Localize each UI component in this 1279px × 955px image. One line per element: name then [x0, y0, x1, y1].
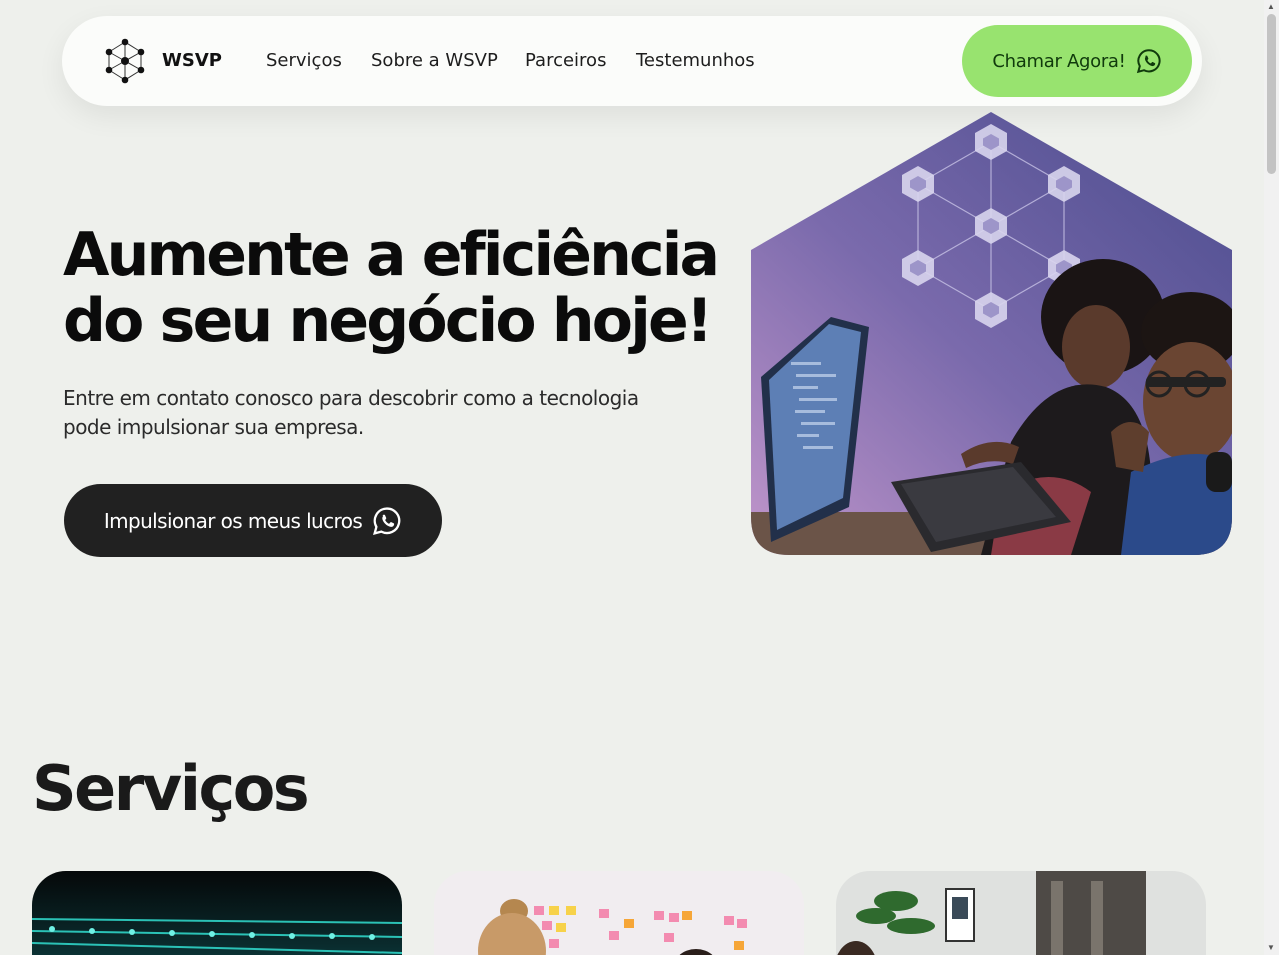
hero-title-line1: Aumente a eficiência: [63, 220, 720, 290]
nav-link-testemunhos[interactable]: Testemunhos: [636, 50, 755, 71]
call-now-button[interactable]: Chamar Agora!: [962, 25, 1192, 97]
service-card-office-team[interactable]: [836, 871, 1206, 955]
service-card-team-meeting[interactable]: [434, 871, 804, 955]
boost-profits-button[interactable]: Impulsionar os meus lucros: [64, 484, 442, 557]
scroll-down-arrow-icon[interactable]: ▼: [1267, 944, 1275, 952]
hero-title-line2: do seu negócio hoje!: [63, 286, 713, 356]
hero-subtitle: Entre em contato conosco para descobrir …: [63, 386, 639, 439]
scroll-up-arrow-icon[interactable]: ▲: [1267, 3, 1275, 11]
scrollbar-thumb[interactable]: [1267, 14, 1276, 174]
page-scrollbar[interactable]: ▲ ▼: [1264, 0, 1279, 955]
service-card-circuit[interactable]: [32, 871, 402, 955]
services-section-title: Serviços: [32, 752, 310, 825]
brand-name[interactable]: WSVP: [162, 50, 222, 71]
whatsapp-icon: [372, 506, 402, 536]
nav-link-servicos[interactable]: Serviços: [266, 50, 342, 71]
call-now-label: Chamar Agora!: [992, 50, 1126, 72]
boost-profits-label: Impulsionar os meus lucros: [103, 508, 363, 533]
hero-image: [751, 112, 1232, 555]
nav-link-sobre[interactable]: Sobre a WSVP: [371, 50, 498, 71]
network-nodes-icon[interactable]: [102, 36, 148, 86]
top-navigation: WSVP Serviços Sobre a WSVP Parceiros Tes…: [62, 16, 1202, 106]
nav-link-parceiros[interactable]: Parceiros: [525, 50, 606, 71]
hero-title: Aumente a eficiência do seu negócio hoje…: [63, 222, 743, 354]
whatsapp-icon: [1136, 48, 1162, 74]
